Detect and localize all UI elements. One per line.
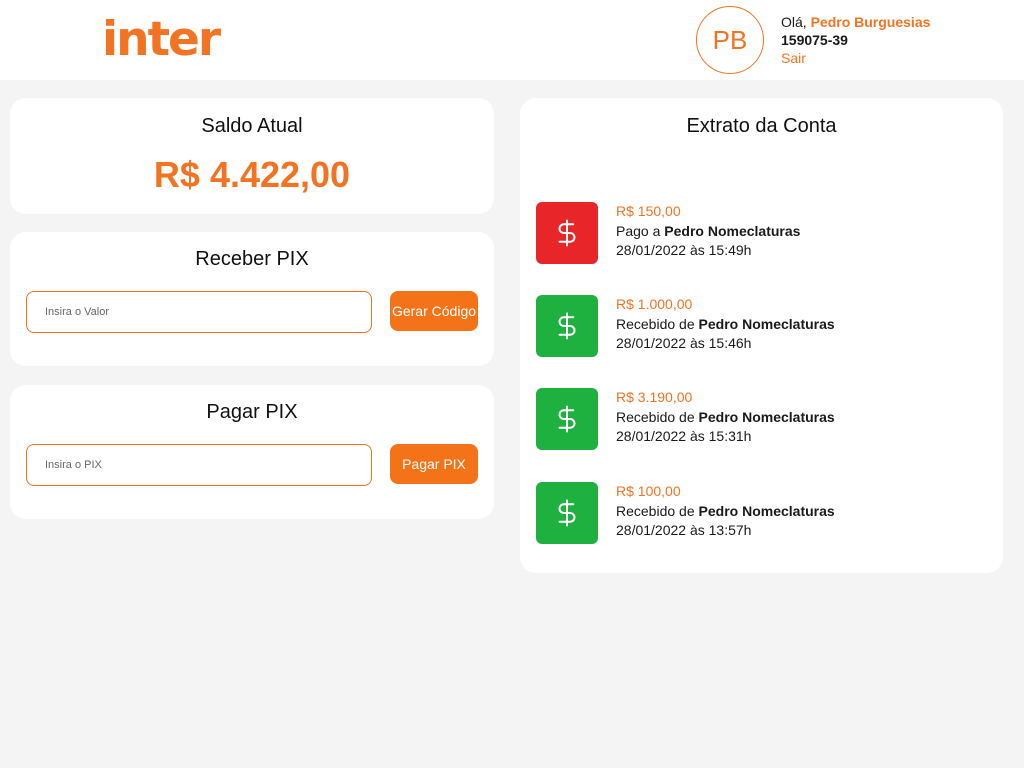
transaction-description: Pago a Pedro Nomeclaturas xyxy=(616,222,800,242)
transaction-date: 28/01/2022 às 15:46h xyxy=(616,335,752,351)
receive-pix-card: Receber PIX Gerar Código xyxy=(10,232,494,366)
transaction-direction: Recebido de xyxy=(616,502,695,519)
pay-pix-card: Pagar PIX Pagar PIX xyxy=(10,385,494,519)
transaction-counterparty: Pedro Nomeclaturas xyxy=(698,408,835,425)
transaction-amount: R$ 3.190,00 xyxy=(616,389,693,405)
transaction-date: 28/01/2022 às 15:49h xyxy=(616,242,752,258)
balance-card: Saldo Atual R$ 4.422,00 xyxy=(10,98,494,214)
transaction-counterparty: Pedro Nomeclaturas xyxy=(698,502,835,519)
user-avatar[interactable]: PB xyxy=(696,6,764,74)
inter-logo[interactable]: inter xyxy=(102,10,221,70)
transaction-date: 28/01/2022 às 13:57h xyxy=(616,522,752,538)
transaction-direction: Recebido de xyxy=(616,315,695,332)
dollar-icon xyxy=(536,482,598,544)
greeting-text: Olá, xyxy=(781,14,807,30)
logout-link[interactable]: Sair xyxy=(781,49,930,67)
top-header: inter PB Olá, Pedro Burguesias 159075-39… xyxy=(0,0,1024,80)
transaction-details: R$ 1.000,00 Recebido de Pedro Nomeclatur… xyxy=(616,295,835,354)
balance-value: R$ 4.422,00 xyxy=(153,154,351,195)
pay-pix-button[interactable]: Pagar PIX xyxy=(390,444,478,484)
transaction-description: Recebido de Pedro Nomeclaturas xyxy=(616,408,835,428)
transaction-details: R$ 3.190,00 Recebido de Pedro Nomeclatur… xyxy=(616,388,835,447)
transaction-counterparty: Pedro Nomeclaturas xyxy=(698,315,835,332)
statement-title: Extrato da Conta xyxy=(686,115,837,137)
pix-key-input[interactable] xyxy=(26,444,372,486)
pay-pix-title: Pagar PIX xyxy=(206,401,298,423)
greeting-line: Olá, Pedro Burguesias xyxy=(781,13,930,31)
transaction-details: R$ 150,00 Pago a Pedro Nomeclaturas 28/0… xyxy=(616,202,800,261)
transaction-description: Recebido de Pedro Nomeclaturas xyxy=(616,502,835,522)
account-number: 159075-39 xyxy=(781,32,848,48)
transaction-item: R$ 3.190,00 Recebido de Pedro Nomeclatur… xyxy=(536,388,986,450)
receive-value-input[interactable] xyxy=(26,291,372,333)
transaction-direction: Pago a xyxy=(616,222,661,239)
transaction-direction: Recebido de xyxy=(616,408,695,425)
receive-pix-title: Receber PIX xyxy=(195,248,309,270)
transaction-counterparty: Pedro Nomeclaturas xyxy=(664,222,801,239)
transaction-item: R$ 150,00 Pago a Pedro Nomeclaturas 28/0… xyxy=(536,202,986,264)
user-name: Pedro Burguesias xyxy=(810,14,931,30)
transaction-details: R$ 100,00 Recebido de Pedro Nomeclaturas… xyxy=(616,482,835,541)
balance-title: Saldo Atual xyxy=(201,115,303,137)
statement-card: Extrato da Conta R$ 150,00 Pago a Pedro … xyxy=(520,98,1003,573)
transaction-description: Recebido de Pedro Nomeclaturas xyxy=(616,315,835,335)
generate-code-button[interactable]: Gerar Código xyxy=(390,291,478,331)
transaction-amount: R$ 150,00 xyxy=(616,203,681,219)
transaction-item: R$ 100,00 Recebido de Pedro Nomeclaturas… xyxy=(536,482,986,544)
transaction-amount: R$ 1.000,00 xyxy=(616,296,693,312)
transaction-date: 28/01/2022 às 15:31h xyxy=(616,428,752,444)
dollar-icon xyxy=(536,388,598,450)
transaction-item: R$ 1.000,00 Recebido de Pedro Nomeclatur… xyxy=(536,295,986,357)
dollar-icon xyxy=(536,295,598,357)
dollar-icon xyxy=(536,202,598,264)
user-info: Olá, Pedro Burguesias 159075-39 Sair xyxy=(781,13,930,67)
transaction-amount: R$ 100,00 xyxy=(616,483,681,499)
